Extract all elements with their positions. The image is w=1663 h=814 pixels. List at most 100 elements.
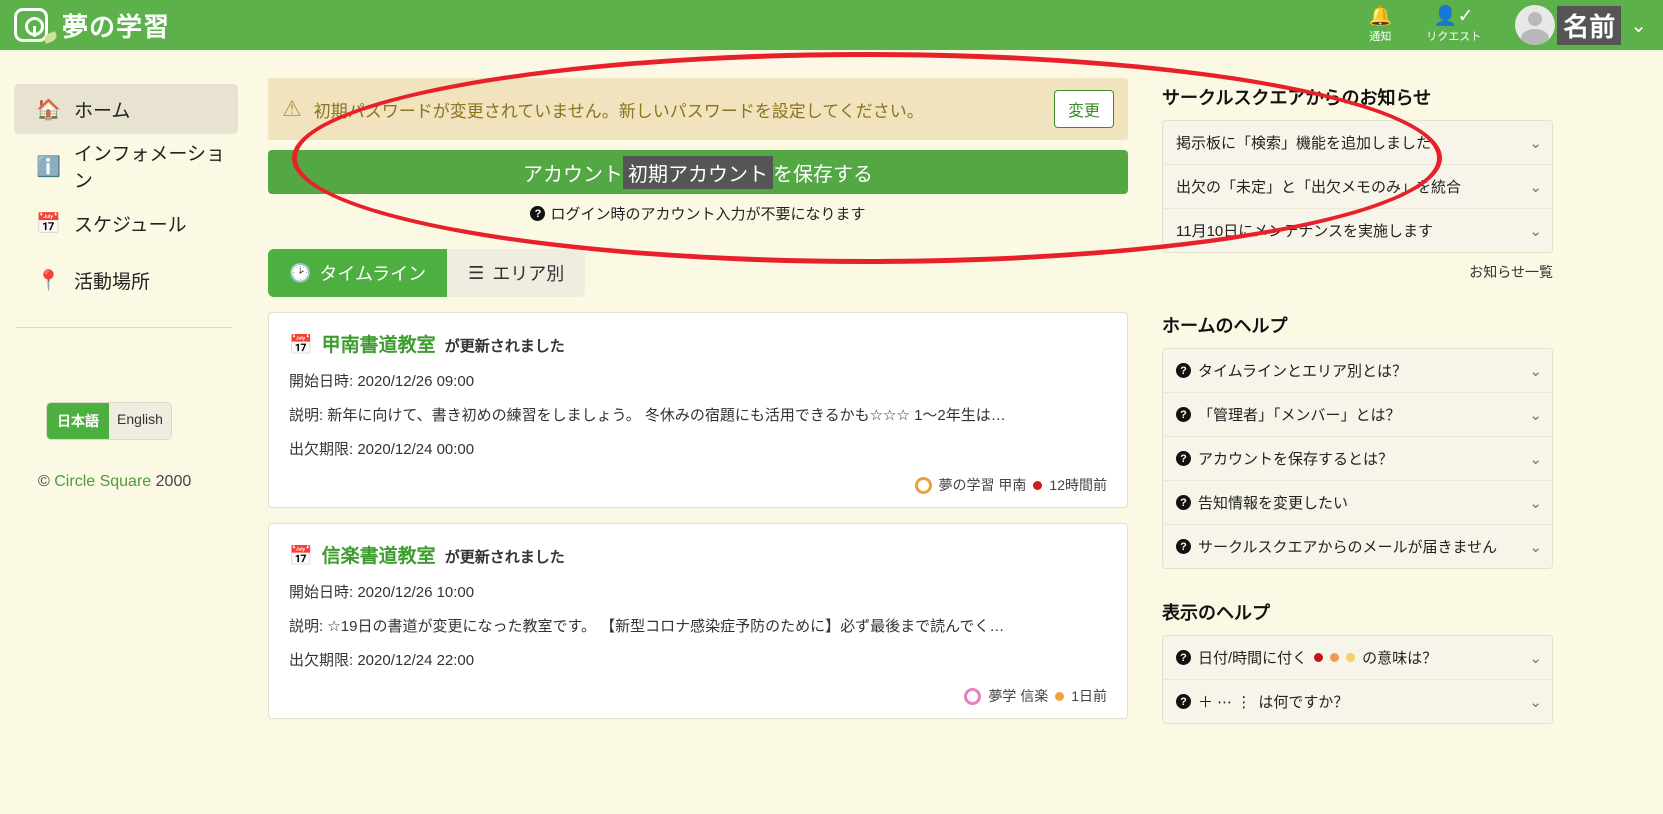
help-item-label: 「管理者」「メンバー」とは？ [1198,407,1401,424]
user-check-icon: 👤✓ [1433,5,1474,27]
sidebar-item-label: 活動場所 [74,271,151,293]
language-option-ja[interactable]: 日本語 [47,403,109,439]
brand-title: 夢の学習 [62,11,171,42]
sidebar-item-location[interactable]: 📍 活動場所 [14,255,238,305]
card-deadline-label: 出欠期限: [289,652,354,669]
help-item[interactable]: ? 「管理者」「メンバー」とは？ ⌄ [1163,392,1552,436]
calendar-icon: 📅 [289,546,313,567]
language-option-en[interactable]: English [109,403,171,439]
home-icon: 🏠 [36,98,61,121]
card-footer: 夢の学習 甲南 12時間前 [289,475,1107,495]
help-item[interactable]: ? 日付/時間に付く の意味は？ ⌄ [1163,636,1552,679]
question-circle-icon: ? [1176,694,1191,709]
card-time-ago: 12時間前 [1049,477,1107,493]
chevron-down-icon[interactable]: ⌄ [1529,450,1542,468]
group-circle-icon [914,476,932,494]
news-item[interactable]: 11月10日にメンテナンスを実施します ⌄ [1163,208,1552,252]
timeline-card[interactable]: 📅 甲南書道教室 が更新されました 開始日時: 2020/12/26 09:00… [268,312,1128,508]
home-help-list: ? タイムラインとエリア別とは？ ⌄ ? 「管理者」「メンバー」とは？ ⌄ ? … [1162,348,1553,569]
card-desc-label: 説明: [289,407,324,424]
calendar-icon: 📅 [36,212,61,235]
help-item[interactable]: ? サークルスクエアからのメールが届きません ⌄ [1163,524,1552,568]
help-item-label: アカウントを保存するとは？ [1198,451,1394,468]
help-item[interactable]: ? タイムラインとエリア別とは？ ⌄ [1163,349,1552,392]
news-item-label: 掲示板に「検索」機能を追加しました [1176,135,1432,152]
display-help-heading: 表示のヘルプ [1162,603,1270,623]
sidebar-item-schedule[interactable]: 📅 スケジュール [14,198,238,248]
news-item[interactable]: 出欠の「未定」と「出欠メモのみ」を統合 ⌄ [1163,164,1552,208]
chevron-down-icon[interactable]: ⌄ [1529,538,1542,556]
tab-timeline[interactable]: 🕑 タイムライン [268,249,448,297]
user-menu[interactable]: 名前 ⌄ [1515,5,1647,45]
card-deadline-row: 出欠期限: 2020/12/24 00:00 [289,438,1107,459]
card-deadline-label: 出欠期限: [289,441,354,458]
card-footer: 夢学 信楽 1日前 [289,686,1107,706]
sidebar-item-label: スケジュール [74,214,187,236]
avatar [1515,5,1556,45]
news-more-link[interactable]: お知らせ一覧 [1162,262,1553,282]
save-account-hint: ? ログイン時のアカウント入力が不要になります [248,203,1148,224]
chevron-down-icon[interactable]: ⌄ [1630,13,1647,38]
copyright-mark: © [38,473,50,490]
requests-button[interactable]: 👤✓ リクエスト [1426,7,1481,44]
legend-dot-yellow [1346,653,1356,662]
card-desc-row: 説明: ☆19日の書道が変更になった教室です。 【新型コロナ感染症予防のために】… [289,615,1107,636]
chevron-down-icon[interactable]: ⌄ [1529,406,1542,424]
copyright-year: 2000 [155,473,192,490]
chevron-down-icon[interactable]: ⌄ [1529,222,1542,240]
sidebar-item-home[interactable]: 🏠 ホーム [14,84,238,134]
help-item-label: タイムラインとエリア別とは？ [1198,363,1407,380]
chevron-down-icon[interactable]: ⌄ [1529,649,1542,667]
save-account-button[interactable]: アカウント 初期アカウント を保存する [268,150,1128,194]
card-header: 📅 信楽書道教室 が更新されました [289,541,1107,568]
sidebar-item-information[interactable]: ℹ️ インフォメーション [14,141,238,192]
copyright-name: Circle Square [54,473,152,490]
chevron-down-icon[interactable]: ⌄ [1529,178,1542,196]
card-start-label: 開始日時: [289,584,354,601]
card-title[interactable]: 甲南書道教室 [322,330,436,357]
chevron-down-icon[interactable]: ⌄ [1529,134,1542,152]
news-item-label: 出欠の「未定」と「出欠メモのみ」を統合 [1176,179,1462,196]
chevron-down-icon[interactable]: ⌄ [1529,362,1542,380]
brand[interactable]: 夢の学習 [0,7,170,44]
help-item[interactable]: ? アカウントを保存するとは？ ⌄ [1163,436,1552,480]
notifications-button[interactable]: 🔔 通知 [1369,7,1393,44]
sidebar-item-label: ホーム [74,100,131,122]
chevron-down-icon[interactable]: ⌄ [1529,494,1542,512]
help-item[interactable]: ? 告知情報を変更したい ⌄ [1163,480,1552,524]
requests-label: リクエスト [1426,30,1482,43]
card-title[interactable]: 信楽書道教室 [322,541,436,568]
chevron-down-icon[interactable]: ⌄ [1529,693,1542,711]
tab-label: エリア別 [492,264,565,284]
tab-by-area[interactable]: ☰ エリア別 [447,249,586,297]
tab-label: タイムライン [319,264,427,284]
card-start-value: 2020/12/26 10:00 [357,584,475,601]
help-item-label: サークルスクエアからのメールが届きません [1198,539,1498,556]
clock-icon: 🕑 [289,262,312,283]
save-account-suffix: を保存する [773,163,873,186]
calendar-icon: 📅 [289,335,313,356]
help-item-label-pre: 日付/時間に付く [1198,650,1308,667]
question-circle-icon: ? [530,206,546,221]
map-pin-icon: 📍 [36,269,61,292]
language-toggle[interactable]: 日本語 English [46,402,172,440]
app-header: 夢の学習 🔔 通知 👤✓ リクエスト 名前 ⌄ [0,0,1663,50]
user-name: 名前 [1557,5,1622,45]
card-header: 📅 甲南書道教室 が更新されました [289,330,1107,357]
help-item-label-post: の意味は？ [1362,650,1438,667]
save-account-highlight: 初期アカウント [623,155,773,189]
logo-leaf-icon [42,31,59,44]
news-item[interactable]: 掲示板に「検索」機能を追加しました ⌄ [1163,121,1552,164]
help-item[interactable]: ? ＋ ⋯ ⋮ は何ですか？ ⌄ [1163,679,1552,723]
change-password-button[interactable]: 変更 [1053,90,1114,128]
warning-triangle-icon: ⚠ [282,96,302,121]
question-circle-icon: ? [1176,363,1191,378]
right-sidebar: サークルスクエアからのお知らせ 掲示板に「検索」機能を追加しました ⌄ 出欠の「… [1148,50,1663,814]
copyright: © Circle Square 2000 [38,473,248,491]
help-item-label-post: は何ですか？ [1258,694,1349,711]
card-desc-row: 説明: 新年に向けて、書き初めの練習をしましょう。 冬休みの宿題にも活用できるか… [289,404,1107,425]
question-circle-icon: ? [1176,539,1191,554]
help-item-label: 告知情報を変更したい [1198,495,1349,512]
timeline-card[interactable]: 📅 信楽書道教室 が更新されました 開始日時: 2020/12/26 10:00… [268,523,1128,719]
save-account-prefix: アカウント [523,163,623,186]
